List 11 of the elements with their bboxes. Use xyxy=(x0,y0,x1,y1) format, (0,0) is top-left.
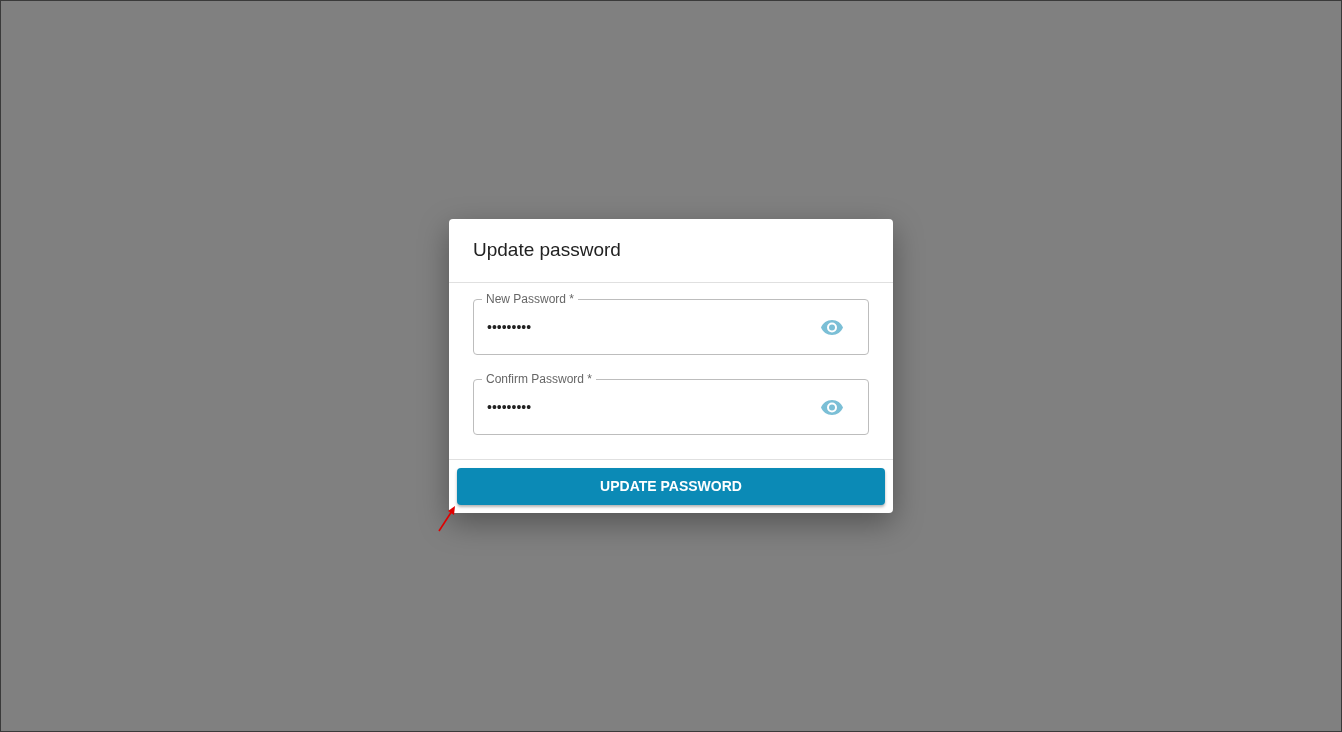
dialog-title: Update password xyxy=(473,238,621,263)
update-password-button[interactable]: UPDATE PASSWORD xyxy=(457,468,885,505)
password-value: ••••••••• xyxy=(487,397,533,417)
field-label: New Password * xyxy=(485,291,576,307)
eye-icon[interactable] xyxy=(821,399,843,415)
password-field[interactable]: Confirm Password * ••••••••• xyxy=(473,371,869,435)
password-field[interactable]: New Password * ••••••••• xyxy=(473,291,869,355)
field-label: Confirm Password * xyxy=(485,371,594,387)
eye-icon[interactable] xyxy=(821,319,843,335)
annotation-arrow xyxy=(437,505,457,533)
password-value: ••••••••• xyxy=(487,317,533,337)
